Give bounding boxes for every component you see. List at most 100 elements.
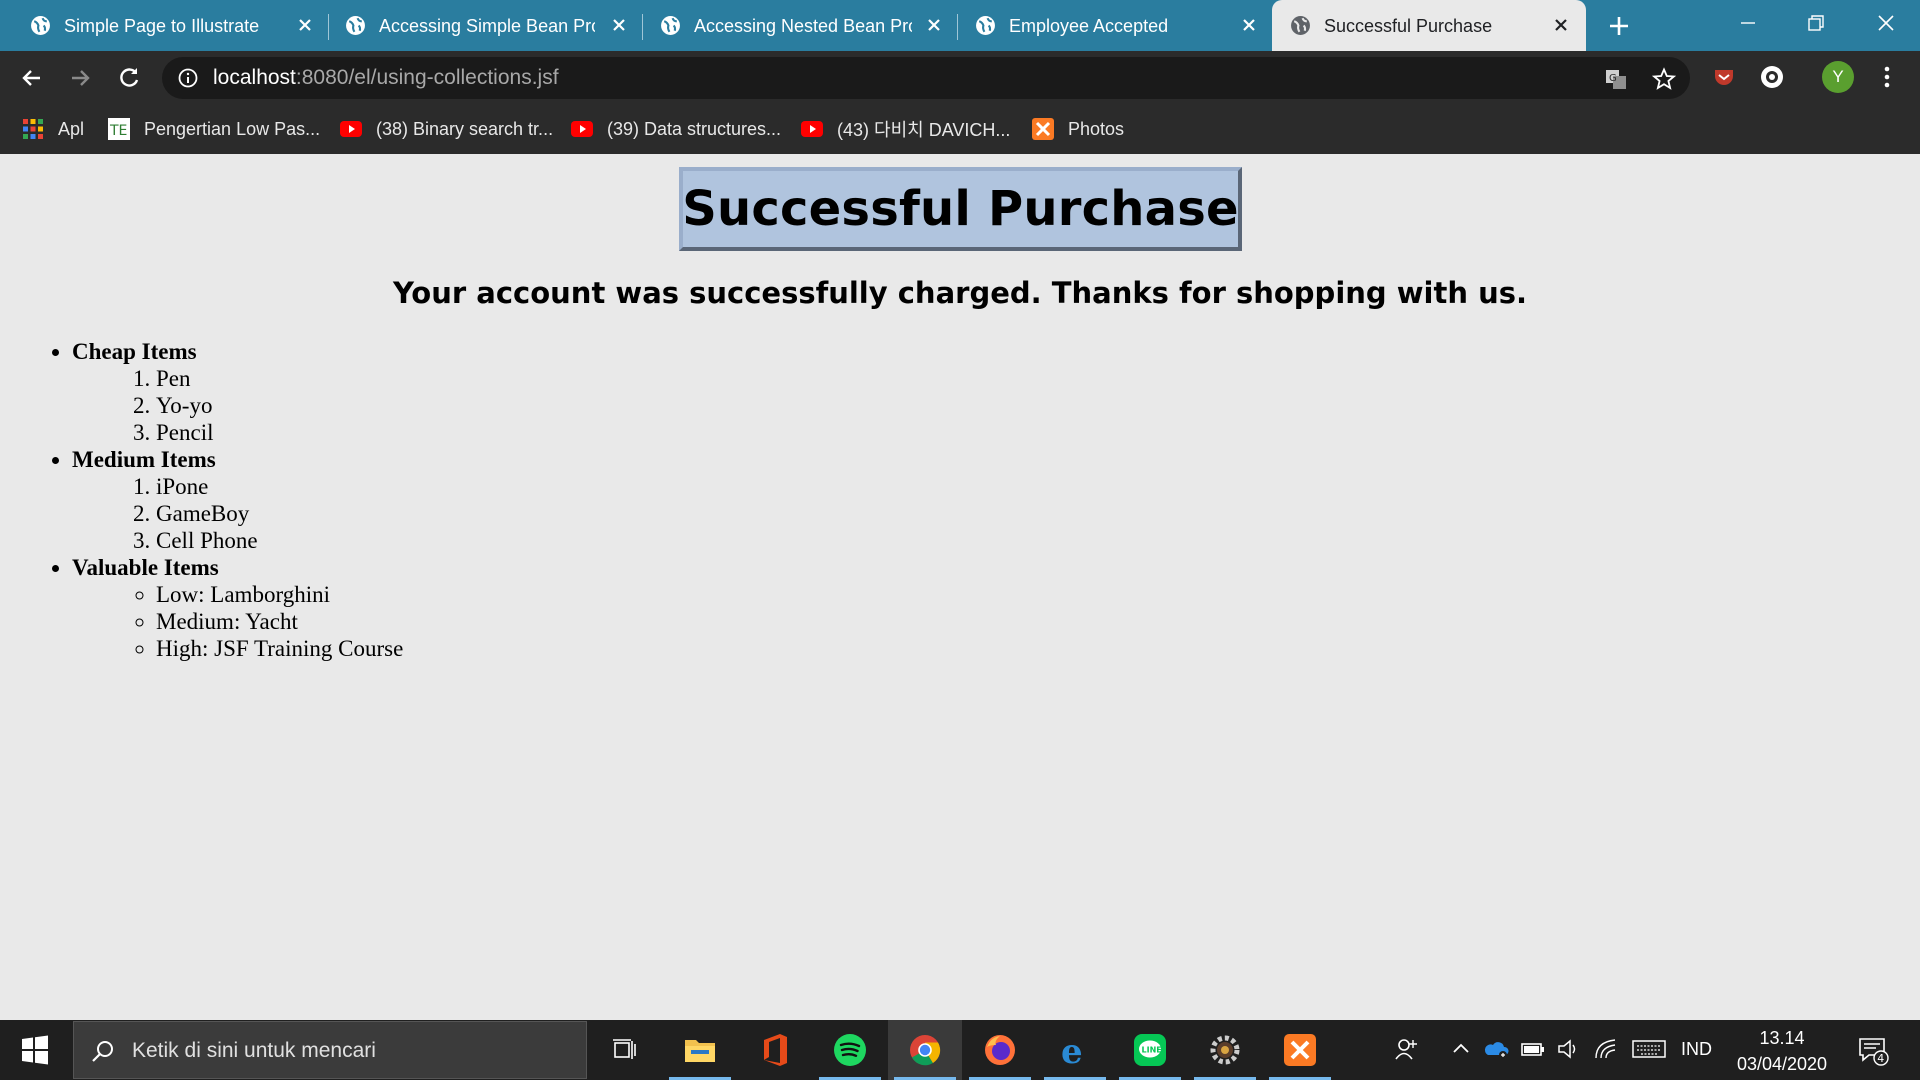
- restore-icon[interactable]: [1798, 8, 1834, 38]
- language-indicator[interactable]: IND: [1681, 1039, 1712, 1060]
- windows-taskbar: Ketik di sini untuk mencari e LINE IND 1…: [0, 1020, 1920, 1080]
- bookmark-data-structures[interactable]: (39) Data structures...: [571, 116, 781, 142]
- list-item: Low: Lamborghini: [156, 581, 403, 608]
- purchase-lists: Cheap Items Pen Yo-yo Pencil Medium Item…: [48, 338, 403, 662]
- tab-4[interactable]: Employee Accepted: [945, 0, 1265, 51]
- pocket-extension-icon[interactable]: [1710, 63, 1738, 91]
- list-item: GameBoy: [156, 500, 403, 527]
- bookmark-apps[interactable]: Apl: [22, 116, 84, 142]
- url-text[interactable]: localhost:8080/el/using-collections.jsf: [213, 66, 559, 90]
- list-item: Pencil: [156, 419, 403, 446]
- tab-5-active[interactable]: Successful Purchase: [1272, 0, 1586, 51]
- list-item: Cell Phone: [156, 527, 403, 554]
- taskbar-settings[interactable]: [1188, 1020, 1262, 1080]
- taskbar-xampp[interactable]: [1263, 1020, 1337, 1080]
- xampp-icon: [1284, 1034, 1316, 1066]
- tab-strip: Simple Page to Illustrate Te Accessing S…: [0, 0, 1920, 51]
- taskbar-search-box[interactable]: Ketik di sini untuk mencari: [73, 1021, 587, 1079]
- group-name: Valuable Items: [72, 555, 219, 580]
- youtube-icon: [801, 121, 823, 137]
- globe-icon: [661, 16, 680, 35]
- info-icon[interactable]: [178, 68, 198, 88]
- bookmark-label: (39) Data structures...: [607, 118, 782, 139]
- system-clock[interactable]: 13.14 03/04/2020: [1734, 1025, 1830, 1077]
- tab-3[interactable]: Accessing Nested Bean Prop: [630, 0, 950, 51]
- address-bar[interactable]: localhost:8080/el/using-collections.jsf …: [162, 57, 1690, 99]
- bookmark-label: Apl: [58, 118, 85, 139]
- onedrive-icon[interactable]: [1483, 1036, 1509, 1062]
- globe-icon: [31, 16, 50, 35]
- tab-1[interactable]: Simple Page to Illustrate Te: [0, 0, 323, 51]
- keyboard-icon[interactable]: [1632, 1036, 1666, 1062]
- tab-title: Accessing Nested Bean Prop: [694, 16, 912, 36]
- close-icon[interactable]: [609, 15, 629, 35]
- reload-icon[interactable]: [115, 64, 143, 92]
- taskbar-line[interactable]: LINE: [1113, 1020, 1187, 1080]
- bookmark-davichi[interactable]: (43) 다비치 DAVICH...: [801, 116, 1010, 142]
- tab-2[interactable]: Accessing Simple Bean Prop: [315, 0, 635, 51]
- edge-icon: e: [1061, 1033, 1083, 1067]
- list-item: Medium: Yacht: [156, 608, 403, 635]
- back-arrow-icon[interactable]: [18, 64, 46, 92]
- youtube-icon: [571, 121, 593, 137]
- taskbar-edge[interactable]: e: [1038, 1020, 1112, 1080]
- people-icon[interactable]: [1394, 1036, 1420, 1062]
- volume-icon[interactable]: [1556, 1036, 1582, 1062]
- bookmark-pengertian[interactable]: TE Pengertian Low Pas...: [108, 116, 320, 142]
- minimize-icon[interactable]: [1730, 8, 1766, 38]
- window-close-icon[interactable]: [1868, 8, 1904, 38]
- svg-text:G: G: [1609, 73, 1617, 84]
- gear-icon: [1210, 1035, 1240, 1065]
- group-name: Medium Items: [72, 447, 216, 472]
- taskbar-firefox[interactable]: [963, 1020, 1037, 1080]
- apps-grid-icon: [23, 119, 43, 139]
- task-view-button[interactable]: [587, 1020, 661, 1080]
- close-icon[interactable]: [1551, 15, 1571, 35]
- bookmark-binary-search[interactable]: (38) Binary search tr...: [340, 116, 553, 142]
- new-tab-icon[interactable]: [1606, 13, 1632, 39]
- extension-icon[interactable]: [1758, 63, 1786, 91]
- close-icon[interactable]: [1239, 15, 1259, 35]
- bookmark-photos[interactable]: Photos: [1032, 116, 1124, 142]
- wifi-icon[interactable]: [1593, 1036, 1619, 1062]
- taskbar-file-explorer[interactable]: [663, 1020, 737, 1080]
- office-icon: [764, 1034, 787, 1066]
- group-name: Cheap Items: [72, 339, 197, 364]
- taskbar-office[interactable]: [738, 1020, 812, 1080]
- chevron-up-icon[interactable]: [1448, 1036, 1474, 1062]
- taskbar-chrome[interactable]: [888, 1020, 962, 1080]
- task-view-icon: [613, 1039, 636, 1059]
- chrome-icon: [910, 1035, 941, 1066]
- tab-title: Successful Purchase: [1324, 16, 1493, 36]
- bookmark-label: Pengertian Low Pas...: [144, 118, 321, 139]
- bookmark-star-icon[interactable]: [1652, 67, 1676, 91]
- translate-icon[interactable]: G: [1604, 67, 1628, 91]
- line-icon: LINE: [1134, 1034, 1166, 1066]
- list-item: iPone: [156, 473, 403, 500]
- page-content: Successful Purchase Your account was suc…: [0, 154, 1920, 1020]
- tab-title: Accessing Simple Bean Prop: [379, 16, 595, 36]
- url-host: localhost: [213, 66, 296, 89]
- close-icon[interactable]: [924, 15, 944, 35]
- group-valuable-items: Valuable Items Low: Lamborghini Medium: …: [72, 554, 403, 662]
- menu-kebab-icon[interactable]: [1873, 63, 1901, 91]
- firefox-icon: [985, 1035, 1015, 1065]
- svg-text:LINE: LINE: [1142, 1046, 1162, 1055]
- page-title-box: Successful Purchase: [679, 167, 1242, 251]
- forward-arrow-icon[interactable]: [66, 64, 94, 92]
- battery-icon[interactable]: [1520, 1036, 1546, 1062]
- taskbar-spotify[interactable]: [813, 1020, 887, 1080]
- bookmark-label: (38) Binary search tr...: [376, 118, 554, 139]
- spotify-icon: [834, 1034, 866, 1066]
- close-icon[interactable]: [295, 15, 315, 35]
- svg-text:e: e: [1061, 1033, 1083, 1067]
- globe-icon: [346, 16, 365, 35]
- bookmark-label: Photos: [1068, 118, 1125, 139]
- windows-start-icon[interactable]: [0, 1020, 70, 1080]
- profile-avatar[interactable]: Y: [1822, 61, 1854, 93]
- url-path: :8080/el/using-collections.jsf: [295, 66, 559, 89]
- notification-center-icon[interactable]: 4: [1857, 1034, 1889, 1066]
- item-groups: Cheap Items Pen Yo-yo Pencil Medium Item…: [48, 338, 403, 662]
- group-cheap-items: Cheap Items Pen Yo-yo Pencil: [72, 338, 403, 446]
- medium-items-list: iPone GameBoy Cell Phone: [72, 473, 403, 554]
